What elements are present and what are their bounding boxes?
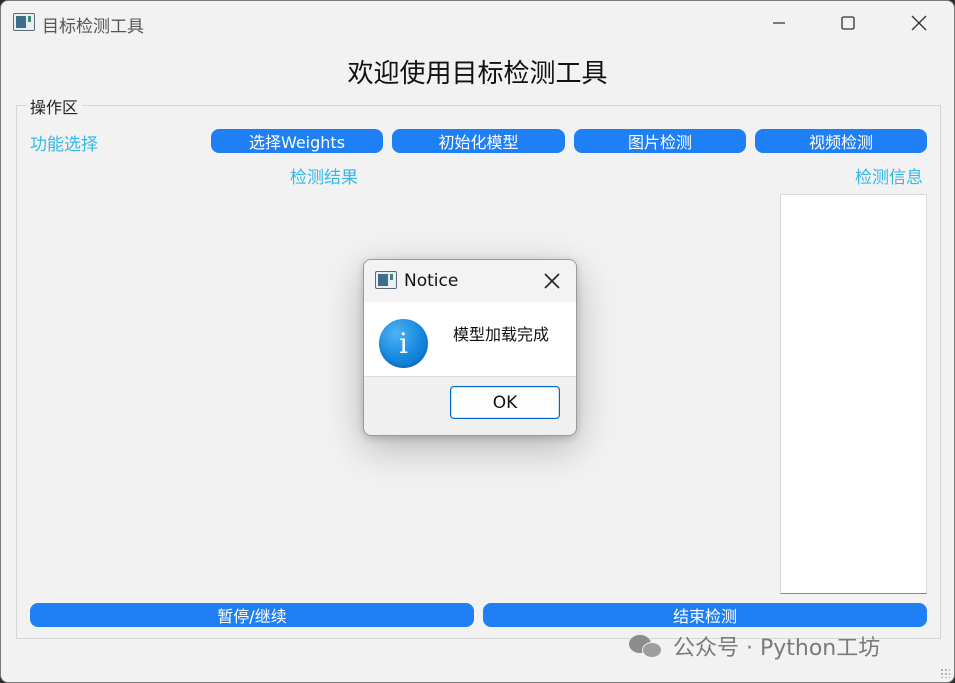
- title-bar[interactable]: 目标检测工具: [1, 1, 954, 45]
- close-button[interactable]: [896, 7, 942, 39]
- main-window: 目标检测工具 欢迎使用目标检测工具 操作区 功能选择 选择Weights 初始化…: [0, 0, 955, 683]
- info-icon: i: [379, 319, 428, 368]
- ok-button[interactable]: OK: [450, 386, 560, 419]
- maximize-button[interactable]: [825, 7, 871, 39]
- video-detect-button[interactable]: 视频检测: [755, 129, 927, 153]
- detect-result-label: 检测结果: [290, 168, 358, 188]
- image-detect-button[interactable]: 图片检测: [574, 129, 746, 153]
- watermark-text: 公众号 · Python工坊: [673, 636, 881, 661]
- minimize-icon: [773, 22, 785, 24]
- close-icon: [911, 15, 927, 31]
- dialog-close-button[interactable]: [536, 266, 568, 296]
- watermark: 公众号 · Python工坊: [629, 631, 880, 661]
- resize-grip-icon[interactable]: [940, 668, 950, 678]
- notice-dialog: Notice i 模型加载完成 OK: [363, 259, 577, 436]
- pause-resume-button[interactable]: 暂停/继续: [30, 603, 474, 627]
- stop-detect-button[interactable]: 结束检测: [483, 603, 927, 627]
- window-title: 目标检测工具: [42, 17, 144, 37]
- dialog-title-bar[interactable]: Notice: [364, 260, 576, 302]
- init-model-button[interactable]: 初始化模型: [392, 129, 565, 153]
- dialog-body: i 模型加载完成: [364, 302, 576, 377]
- minimize-button[interactable]: [756, 7, 802, 39]
- dialog-message: 模型加载完成: [453, 325, 550, 344]
- groupbox-label: 操作区: [26, 94, 83, 118]
- detect-info-label: 检测信息: [855, 168, 923, 188]
- close-icon: [544, 273, 560, 289]
- wechat-icon: [629, 633, 665, 659]
- page-title: 欢迎使用目标检测工具: [347, 59, 608, 89]
- function-select-label: 功能选择: [30, 135, 98, 155]
- select-weights-button[interactable]: 选择Weights: [211, 129, 383, 153]
- detect-info-textbox[interactable]: [780, 194, 927, 594]
- app-icon: [13, 13, 35, 31]
- dialog-app-icon: [375, 271, 397, 289]
- dialog-title: Notice: [404, 271, 459, 291]
- maximize-icon: [841, 16, 855, 30]
